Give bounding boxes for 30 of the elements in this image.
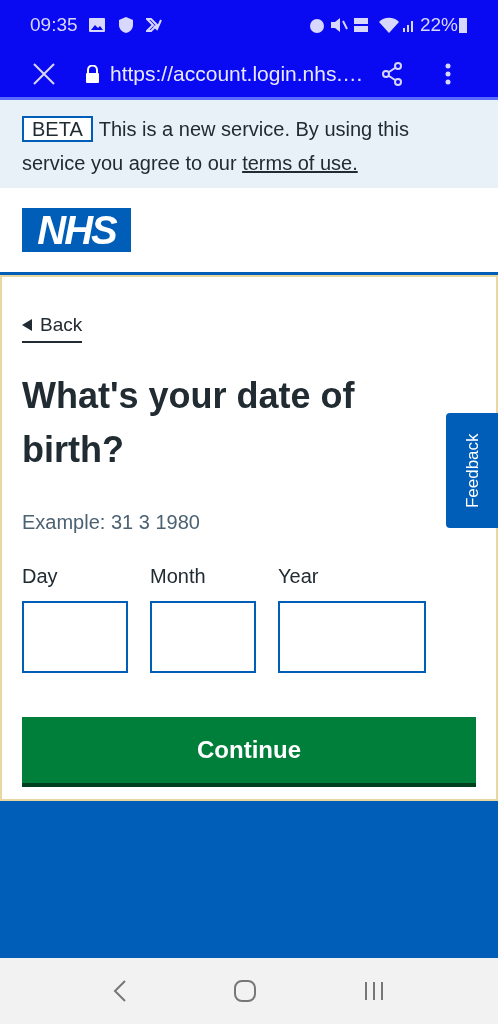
lock-icon (85, 64, 100, 83)
wifi-icon (377, 17, 400, 33)
field-label: Year (278, 563, 320, 589)
menu-icon[interactable] (445, 62, 452, 85)
nhs-logo[interactable]: NHS (22, 208, 131, 252)
continue-button[interactable]: Continue (22, 716, 476, 787)
shield-icon (117, 16, 134, 34)
back-nav-icon[interactable] (113, 979, 127, 1003)
feedback-tab[interactable]: Feedback (446, 413, 498, 528)
page-title: What's your date of birth? (22, 373, 356, 472)
date-input[interactable] (278, 600, 426, 673)
hint-text: Example: 31 3 1980 (22, 509, 201, 535)
battery-level: 22% (419, 12, 458, 37)
back-link[interactable]: Back (22, 311, 83, 343)
recents-icon[interactable] (363, 981, 385, 1001)
home-icon[interactable] (233, 979, 257, 1003)
field-label: Month (150, 563, 207, 589)
share-icon[interactable] (381, 61, 404, 86)
back-arrow-icon (22, 319, 32, 332)
date-input[interactable] (22, 600, 128, 673)
close-icon[interactable] (33, 62, 55, 85)
clock: 09:35 (30, 12, 78, 37)
date-input[interactable] (150, 600, 256, 673)
mute-icon (329, 17, 348, 33)
beta-notice: BETA This is a new service. By using this service you agree to our terms of use. (22, 115, 410, 176)
terms-link[interactable]: terms of use. (242, 152, 358, 174)
field-label: Day (22, 563, 59, 589)
alarm-icon (307, 16, 326, 34)
image-icon (87, 17, 106, 33)
battery-icon (458, 16, 468, 34)
